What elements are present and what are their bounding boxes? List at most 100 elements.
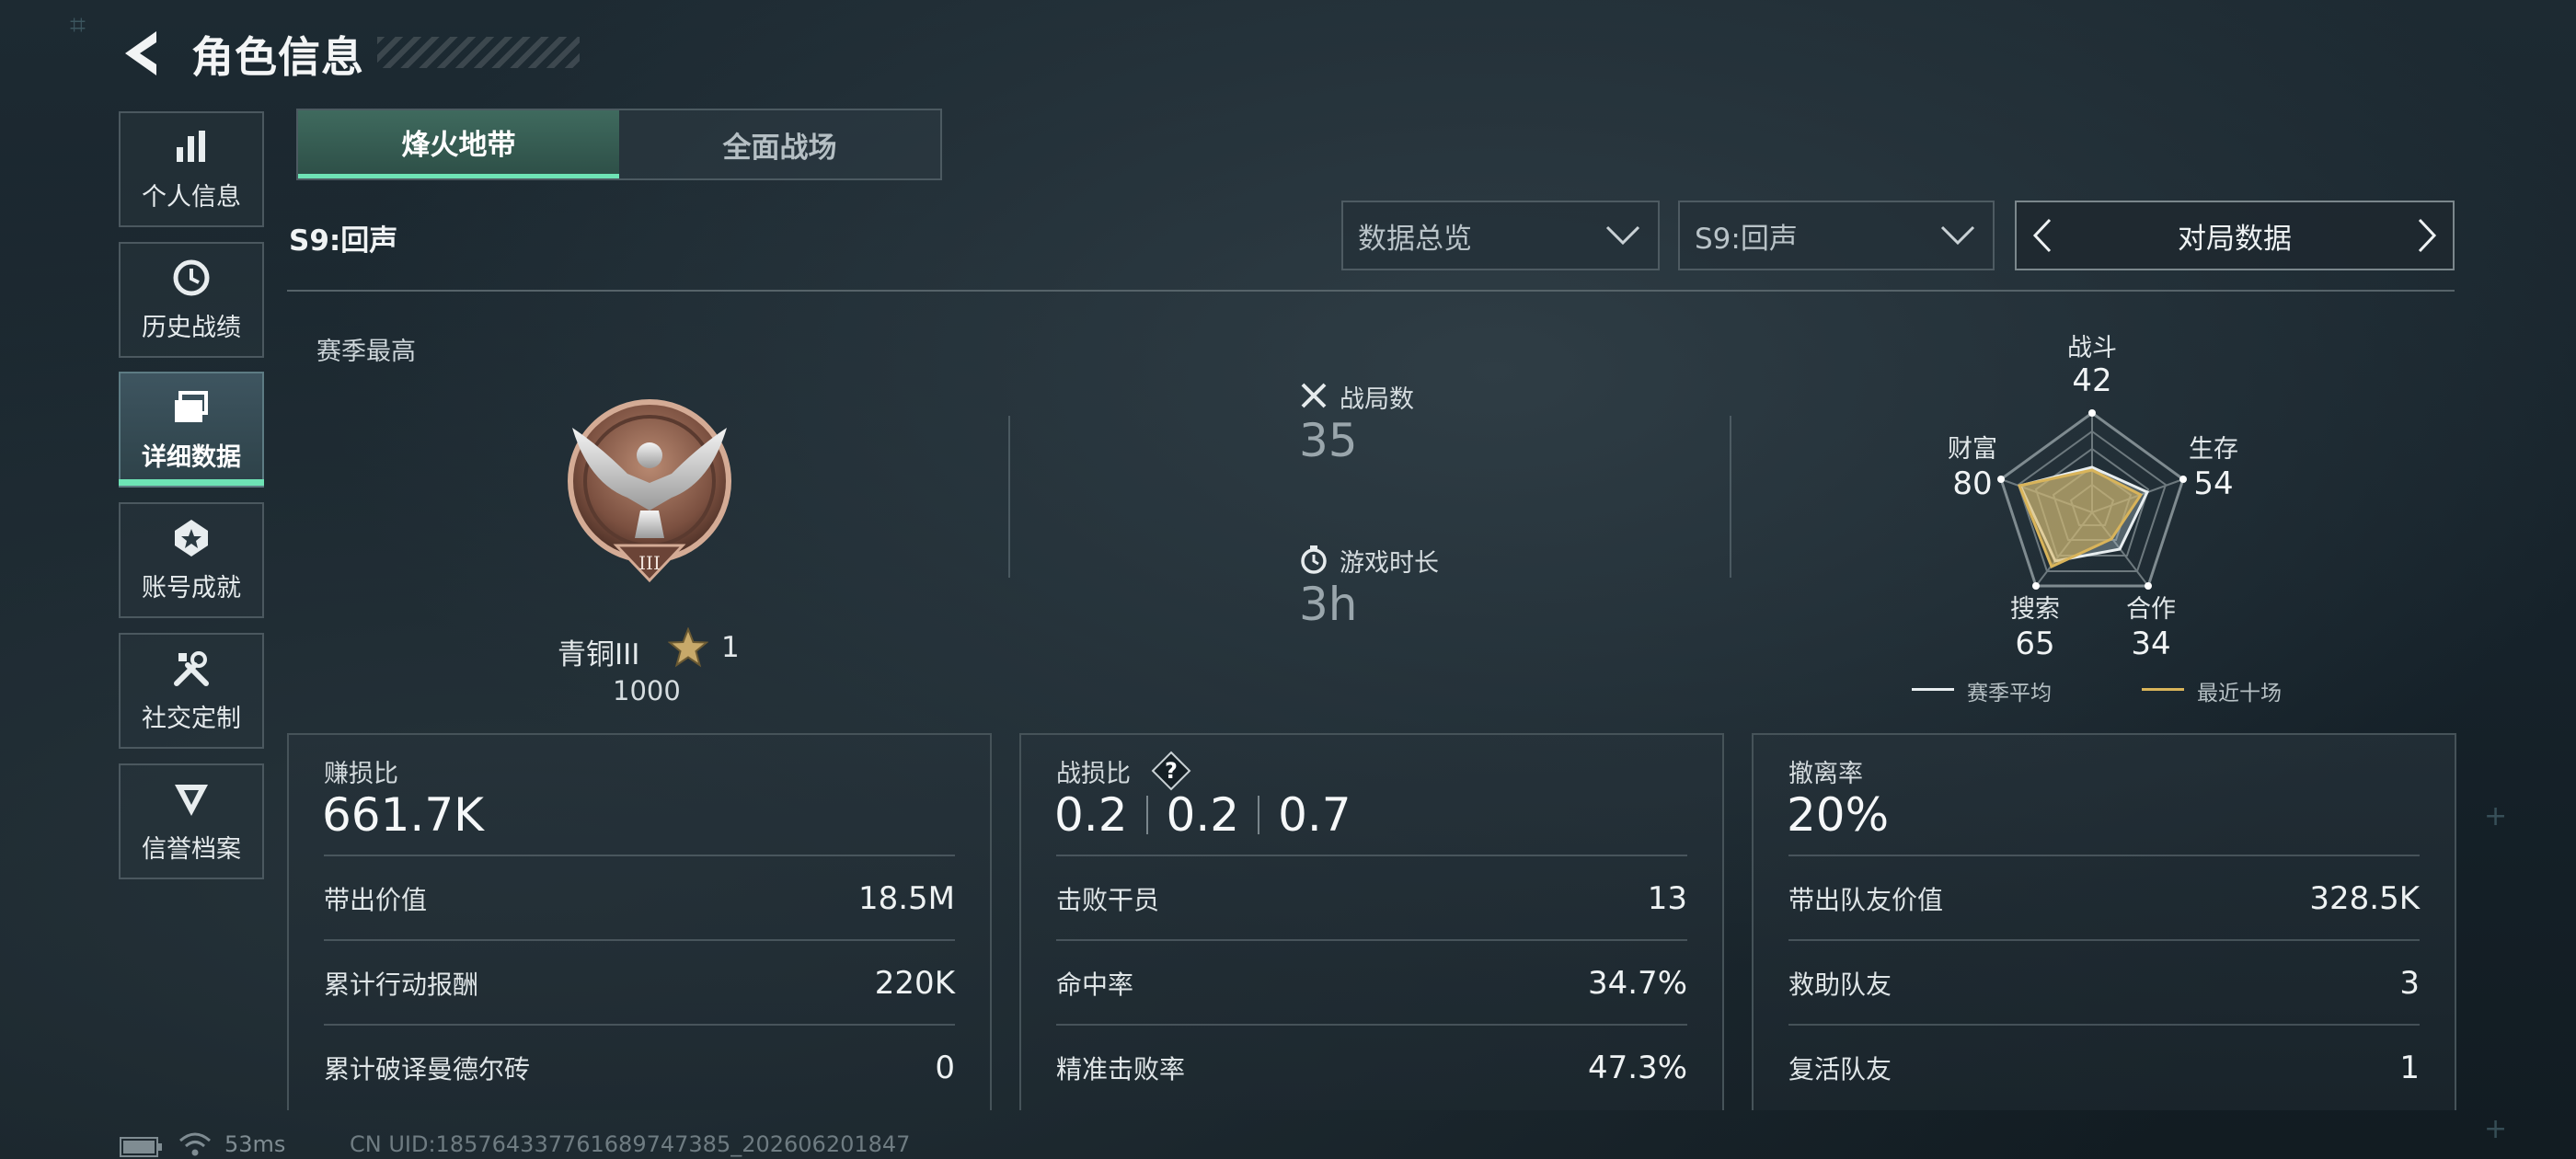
rank-score: 1000	[613, 675, 681, 706]
stat-row: 复活队友 1	[1788, 1024, 2420, 1110]
stat-value: 13	[1647, 880, 1687, 917]
bronze-eagle-rank-icon: III	[568, 399, 731, 583]
stat-label: 命中率	[1056, 970, 1134, 1000]
chevron-down-icon	[1940, 225, 1975, 246]
stat-value: 1	[2399, 1050, 2420, 1086]
star-icon	[668, 627, 708, 668]
panel-big-value: 20%	[1787, 788, 1890, 842]
data-type-pager: 对局数据	[2015, 201, 2455, 270]
ratio-separator	[1258, 796, 1260, 834]
ratio-value: 0.2	[1166, 788, 1240, 842]
legend-label: 最近十场	[2197, 682, 2282, 706]
stat-row: 救助队友 3	[1788, 939, 2420, 1026]
season-best-label: 赛季最高	[316, 338, 416, 366]
radar-axis-label: 生存	[2189, 435, 2238, 464]
stat-label: 精准击败率	[1056, 1054, 1186, 1084]
sidebar-item-credit[interactable]: 信誉档案	[119, 763, 264, 879]
season-title: S9:回声	[289, 224, 398, 258]
sidebar-item-label: 历史战绩	[142, 313, 241, 342]
stat-label: 击败干员	[1056, 885, 1160, 915]
stat-label: 累计破译曼德尔砖	[324, 1054, 531, 1084]
stat-value: 328.5K	[2309, 880, 2420, 917]
dropdown-value: S9:回声	[1695, 222, 1798, 256]
radar-axis-value: 65	[2015, 625, 2055, 662]
title-decoration	[377, 37, 580, 68]
tab-full-battlefield[interactable]: 全面战场	[619, 110, 940, 178]
sidebar-item-personal-info[interactable]: 个人信息	[119, 111, 264, 227]
chevron-left-icon[interactable]	[2031, 217, 2053, 254]
ratio-value: 0.2	[1054, 788, 1128, 842]
playtime-label: 游戏时长	[1340, 549, 1439, 578]
legend-swatch-recent-ten	[2142, 688, 2184, 691]
sidebar-item-detailed-data[interactable]: 详细数据	[119, 372, 264, 488]
extraction-rate-panel: 撤离率 20% 带出队友价值 328.5K 救助队友 3 复活队友 1	[1752, 733, 2456, 1110]
radar-axis-value: 34	[2131, 625, 2171, 662]
stat-value: 34.7%	[1587, 965, 1687, 1002]
sidebar-item-label: 账号成就	[142, 573, 241, 602]
credit-shield-icon	[175, 784, 208, 816]
wifi-icon	[179, 1132, 211, 1156]
sidebar-active-indicator	[119, 479, 264, 486]
sidebar-item-achievements[interactable]: 账号成就	[119, 502, 264, 618]
tab-fire-zone[interactable]: 烽火地带	[298, 110, 619, 178]
network-ping: 53ms	[224, 1131, 286, 1157]
stopwatch-icon	[1301, 545, 1327, 574]
season-dropdown[interactable]: S9:回声	[1678, 201, 1995, 270]
sidebar-item-social[interactable]: 社交定制	[119, 633, 264, 749]
sidebar-item-label: 详细数据	[142, 442, 241, 472]
crossed-swords-icon	[1301, 383, 1327, 408]
legend-label: 赛季平均	[1967, 682, 2052, 706]
stat-value: 0	[935, 1050, 955, 1086]
stat-label: 带出价值	[324, 885, 428, 915]
panel-title: 赚损比	[324, 760, 398, 788]
profit-loss-panel: 赚损比 661.7K 带出价值 18.5M 累计行动报酬 220K 累计破译曼德…	[287, 733, 992, 1110]
radar-axis-label: 财富	[1948, 435, 1997, 464]
stat-row: 命中率 34.7%	[1056, 939, 1687, 1026]
rank-star-count: 1	[721, 631, 740, 664]
stat-row: 带出价值 18.5M	[324, 855, 955, 941]
rank-name: 青铜III	[558, 638, 640, 671]
bar-chart-icon	[177, 130, 205, 162]
page-title: 角色信息	[191, 32, 364, 82]
stat-row: 累计行动报酬 220K	[324, 939, 955, 1026]
stat-value: 47.3%	[1587, 1050, 1687, 1086]
stat-value: 3	[2399, 965, 2420, 1002]
panel-title: 撤离率	[1788, 760, 1863, 788]
stat-label: 带出队友价值	[1788, 885, 1944, 915]
combat-ratio-panel: 战损比 ? 0.2 0.2 0.7 击败干员 13 命中率 34.7% 精准击败…	[1019, 733, 1724, 1110]
pager-label: 对局数据	[2178, 222, 2292, 256]
panel-big-value: 661.7K	[322, 788, 484, 842]
header-divider	[287, 290, 2455, 292]
help-question-icon[interactable]: ?	[1150, 750, 1192, 792]
radar-axis-label: 战斗	[2067, 334, 2117, 362]
sidebar-item-label: 个人信息	[142, 182, 241, 212]
history-clock-icon	[173, 259, 210, 295]
stat-row: 带出队友价值 328.5K	[1788, 855, 2420, 941]
stat-label: 累计行动报酬	[324, 970, 479, 1000]
stat-value: 220K	[874, 965, 955, 1002]
ratio-value: 0.7	[1278, 788, 1351, 842]
svg-text:?: ?	[1165, 758, 1178, 784]
stat-label: 救助队友	[1788, 970, 1892, 1000]
chevron-right-icon[interactable]	[2416, 217, 2438, 254]
back-arrow-icon[interactable]	[118, 28, 164, 79]
stat-row: 击败干员 13	[1056, 855, 1687, 941]
folder-data-icon	[175, 390, 208, 422]
playtime-value: 3h	[1299, 578, 1358, 631]
stat-label: 复活队友	[1788, 1054, 1892, 1084]
svg-text:III: III	[638, 552, 661, 574]
sidebar-item-history[interactable]: 历史战绩	[119, 242, 264, 358]
battery-icon	[120, 1137, 162, 1157]
matches-value: 35	[1299, 414, 1358, 467]
overview-dropdown[interactable]: 数据总览	[1341, 201, 1660, 270]
dropdown-value: 数据总览	[1358, 222, 1472, 256]
section-divider	[1730, 416, 1731, 578]
radar-axis-label: 搜索	[2010, 595, 2060, 624]
mode-tabs: 烽火地带 全面战场	[296, 109, 942, 180]
chevron-down-icon	[1605, 225, 1640, 246]
panel-title: 战损比	[1056, 760, 1131, 788]
sidebar-item-label: 社交定制	[142, 704, 241, 733]
stat-row: 精准击败率 47.3%	[1056, 1024, 1687, 1110]
sidebar-item-label: 信誉档案	[142, 834, 241, 864]
ratio-separator	[1145, 796, 1148, 834]
